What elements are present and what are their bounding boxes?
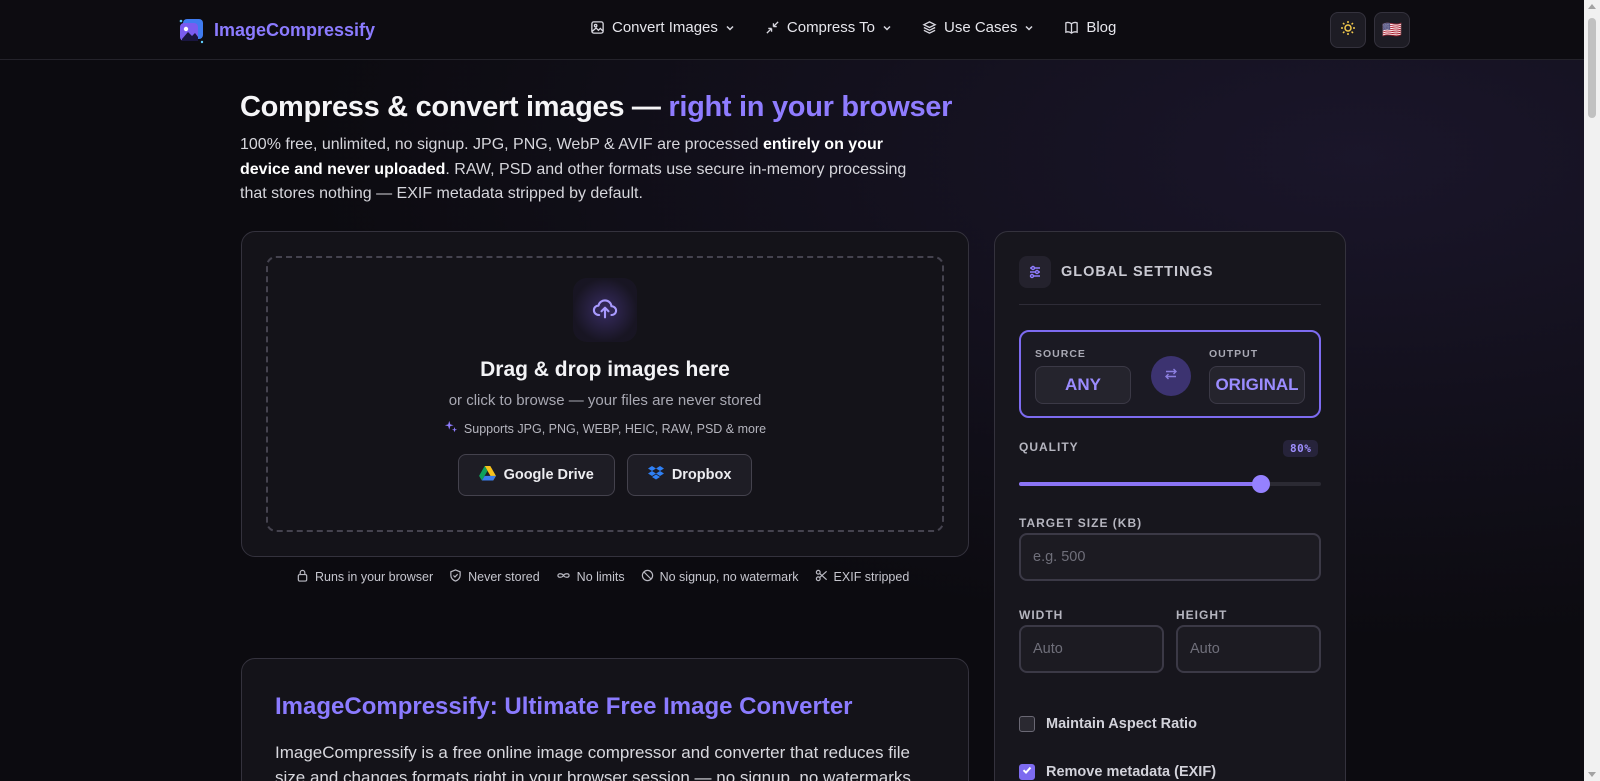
chevron-down-icon [1024, 23, 1034, 33]
settings-header: GLOBAL SETTINGS [1019, 256, 1214, 288]
aspect-ratio-checkbox[interactable] [1019, 716, 1035, 732]
article-body: ImageCompressify is a free online image … [275, 743, 911, 781]
shield-check-icon [449, 569, 462, 585]
trust-label: No signup, no watermark [659, 570, 799, 584]
swap-formats-button[interactable] [1151, 356, 1191, 396]
main-nav: Convert Images Compress To Use Cases Blo… [590, 19, 1116, 36]
nav-label: Compress To [786, 19, 875, 36]
check-icon [1021, 764, 1033, 780]
flag-us-icon: 🇺🇸 [1382, 22, 1402, 39]
source-label: SOURCE [1035, 348, 1086, 360]
height-input[interactable]: Auto [1176, 625, 1321, 673]
hero-description: 100% free, unlimited, no signup. JPG, PN… [240, 133, 920, 207]
minimize-icon [765, 20, 780, 35]
upload-card: Drag & drop images here or click to brow… [241, 231, 969, 557]
google-drive-label: Google Drive [503, 467, 594, 483]
hero-title-accent: right in your browser [668, 91, 953, 123]
logo-icon [178, 16, 206, 44]
quality-slider-thumb[interactable] [1252, 475, 1270, 493]
quality-label: QUALITY [1019, 440, 1079, 454]
dropbox-label: Dropbox [671, 467, 732, 483]
output-label: OUTPUT [1209, 348, 1259, 360]
aspect-ratio-label: Maintain Aspect Ratio [1046, 716, 1197, 732]
nav-compress-to[interactable]: Compress To [765, 19, 892, 36]
trust-item-stored: Never stored [449, 569, 540, 585]
upload-icon-wrap [573, 278, 637, 342]
supported-formats: Supports JPG, PNG, WEBP, HEIC, RAW, PSD … [268, 420, 942, 437]
trust-label: Never stored [468, 570, 540, 584]
trust-item-limits: No limits [556, 569, 625, 585]
target-size-input[interactable]: e.g. 500 [1019, 533, 1321, 581]
infinity-icon [556, 569, 571, 585]
aspect-ratio-option[interactable]: Maintain Aspect Ratio [1019, 716, 1197, 732]
source-format-select[interactable]: ANY [1035, 366, 1131, 404]
scissors-icon [815, 569, 828, 585]
brand-logo[interactable]: ImageCompressify [178, 16, 375, 44]
swap-icon [1163, 366, 1179, 387]
output-format-select[interactable]: ORIGINAL [1209, 366, 1305, 404]
google-drive-button[interactable]: Google Drive [457, 454, 615, 496]
dropzone-subtitle: or click to browse — your files are neve… [448, 392, 762, 409]
hero-desc-part1: 100% free, unlimited, no signup. JPG, PN… [240, 136, 763, 153]
nav-label: Use Cases [943, 19, 1018, 36]
sparkles-icon [444, 420, 458, 437]
remove-metadata-option[interactable]: Remove metadata (EXIF) [1019, 764, 1216, 780]
image-icon [590, 20, 605, 35]
brand-name: ImageCompressify [214, 19, 376, 40]
width-input[interactable]: Auto [1019, 625, 1164, 673]
quality-slider-fill [1019, 482, 1261, 486]
chevron-down-icon [725, 23, 735, 33]
hero-title-main: Compress & convert images — [240, 91, 669, 123]
language-button[interactable]: 🇺🇸 [1374, 12, 1410, 48]
google-drive-icon [478, 465, 496, 485]
dropzone[interactable]: Drag & drop images here or click to brow… [266, 256, 944, 532]
lock-icon [296, 569, 309, 585]
target-size-label: TARGET SIZE (KB) [1019, 516, 1143, 530]
trust-badges: Runs in your browser Never stored No lim… [296, 569, 909, 585]
format-selector: SOURCE ANY OUTPUT ORIGINAL [1019, 330, 1321, 418]
width-label: WIDTH [1019, 608, 1064, 622]
chevron-down-icon [882, 23, 892, 33]
global-settings-panel: GLOBAL SETTINGS SOURCE ANY OUTPUT ORIGIN… [994, 231, 1346, 781]
book-icon [1064, 20, 1079, 35]
trust-label: Runs in your browser [315, 570, 434, 584]
article-card: ImageCompressify: Ultimate Free Image Co… [241, 658, 969, 781]
theme-toggle-button[interactable] [1330, 12, 1366, 48]
nav-label: Blog [1086, 19, 1117, 36]
scroll-down-arrow-icon[interactable] [1588, 772, 1596, 777]
sliders-icon [1019, 256, 1051, 288]
trust-item-exif: EXIF stripped [815, 569, 910, 585]
trust-label: EXIF stripped [833, 570, 910, 584]
scroll-thumb[interactable] [1588, 18, 1596, 118]
layers-icon [922, 20, 937, 35]
sun-icon [1340, 20, 1356, 41]
nav-label: Convert Images [612, 19, 718, 36]
top-navbar: ImageCompressify Convert Images Compress… [0, 0, 1584, 60]
dropbox-icon [647, 465, 664, 485]
remove-metadata-label: Remove metadata (EXIF) [1046, 764, 1217, 780]
hero-title: Compress & convert images — right in you… [240, 91, 952, 124]
supported-formats-label: Supports JPG, PNG, WEBP, HEIC, RAW, PSD … [463, 421, 767, 436]
trust-item-signup: No signup, no watermark [641, 569, 799, 585]
settings-divider [1019, 304, 1321, 305]
trust-item-browser: Runs in your browser [296, 569, 433, 585]
nav-convert-images[interactable]: Convert Images [590, 19, 735, 36]
quality-slider[interactable] [1019, 475, 1321, 493]
page-scrollbar[interactable] [1584, 0, 1600, 781]
dropzone-title: Drag & drop images here [480, 358, 730, 381]
nav-blog[interactable]: Blog [1064, 19, 1116, 36]
article-title: ImageCompressify: Ultimate Free Image Co… [275, 693, 853, 720]
cloud-buttons: Google Drive Dropbox [268, 454, 942, 496]
trust-label: No limits [576, 570, 625, 584]
ban-icon [641, 569, 654, 585]
quality-value-badge: 80% [1283, 440, 1319, 457]
nav-use-cases[interactable]: Use Cases [922, 19, 1034, 36]
dropbox-button[interactable]: Dropbox [626, 454, 753, 496]
scroll-up-arrow-icon[interactable] [1588, 4, 1596, 9]
remove-metadata-checkbox[interactable] [1019, 764, 1035, 780]
cloud-upload-icon [591, 294, 619, 327]
height-label: HEIGHT [1176, 608, 1228, 622]
settings-title: GLOBAL SETTINGS [1061, 264, 1214, 280]
